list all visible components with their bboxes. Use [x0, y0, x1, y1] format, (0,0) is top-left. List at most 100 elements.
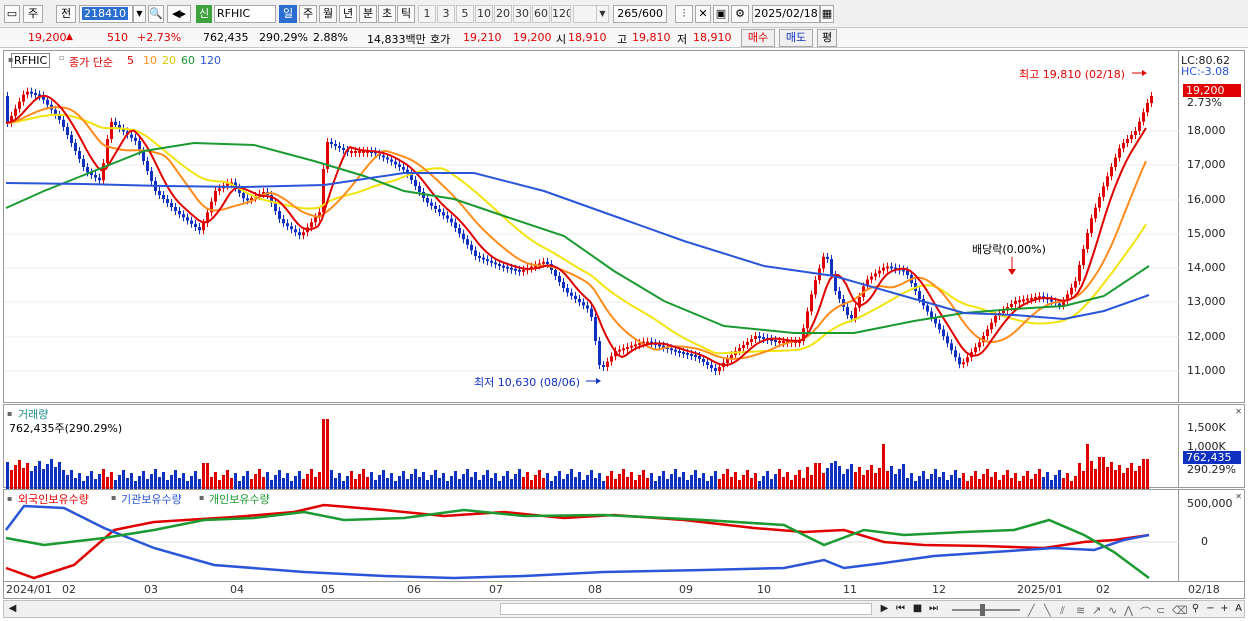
- volume-bar: [666, 479, 669, 489]
- zoom-out-icon[interactable]: −: [1203, 602, 1218, 617]
- volume-bar: [770, 479, 773, 489]
- candle-body: [1110, 167, 1113, 177]
- volume-bar: [822, 473, 825, 489]
- search-icon[interactable]: 🔍: [148, 5, 164, 23]
- candle-body: [134, 137, 137, 141]
- interval-20[interactable]: 20: [494, 5, 512, 23]
- interval-3[interactable]: 3: [437, 5, 455, 23]
- window-menu-icon[interactable]: ▭: [4, 5, 20, 23]
- chart-type-icon[interactable]: ⫶: [675, 5, 693, 23]
- draw-zigzag-icon[interactable]: ⋀: [1124, 604, 1133, 617]
- sell-button[interactable]: 매도: [779, 29, 813, 47]
- draw-fib-icon[interactable]: ≋: [1076, 604, 1085, 617]
- magnet-icon[interactable]: ⊂: [1156, 604, 1165, 617]
- candle-body: [190, 220, 193, 224]
- volume-bar: [970, 476, 973, 489]
- ma5-label: 5: [127, 54, 134, 67]
- period-day[interactable]: 일: [279, 5, 297, 23]
- volume-bar: [986, 469, 989, 489]
- candle-body: [386, 157, 389, 160]
- panel-close-icon[interactable]: ✕: [1235, 407, 1242, 416]
- volume-bar: [454, 471, 457, 489]
- xlabel-2024-01: 2024/01: [6, 583, 52, 596]
- volume-panel[interactable]: ▪ 거래량 762,435주(290.29%): [3, 404, 1179, 489]
- period-month[interactable]: 월: [319, 5, 337, 23]
- calendar-icon[interactable]: ▦: [820, 5, 834, 23]
- draw-shape-icon[interactable]: ⌒: [1140, 604, 1151, 620]
- draw-line-icon[interactable]: ╱: [1028, 604, 1035, 617]
- bar-count-field[interactable]: 265/600: [613, 5, 667, 23]
- volume-bar: [878, 468, 881, 489]
- holding-panel[interactable]: ▪ 외국인보유수량 ▪ 기관보유수량 ▪ 개인보유수량: [3, 489, 1180, 582]
- text-size-icon[interactable]: A: [1231, 602, 1246, 617]
- xlabel-09: 09: [679, 583, 693, 596]
- draw-wave-icon[interactable]: ∿: [1108, 604, 1117, 617]
- scroll-left-icon[interactable]: ◀: [5, 602, 20, 617]
- save-icon[interactable]: ▣: [713, 5, 729, 23]
- candle-body: [130, 134, 133, 138]
- candle-body: [434, 205, 437, 209]
- eval-button[interactable]: 평: [817, 29, 837, 47]
- crosshair-icon[interactable]: ✕: [695, 5, 711, 23]
- interval-dropdown-icon[interactable]: ▼: [596, 5, 609, 23]
- code-dropdown-icon[interactable]: ▼: [133, 5, 146, 23]
- draw-trend-icon[interactable]: ╲: [1044, 604, 1051, 617]
- volume-bar: [46, 464, 49, 489]
- period-year[interactable]: 년: [339, 5, 357, 23]
- volume-bar: [638, 475, 641, 489]
- volume-bar: [802, 478, 805, 489]
- volume-bar: [954, 470, 957, 489]
- mode-select[interactable]: 주: [23, 5, 43, 23]
- stock-name-field[interactable]: RFHIC: [214, 5, 276, 23]
- candle-body: [478, 256, 481, 258]
- period-tick[interactable]: 틱: [397, 5, 415, 23]
- period-minute[interactable]: 분: [359, 5, 377, 23]
- interval-10[interactable]: 10: [475, 5, 493, 23]
- period-second[interactable]: 초: [378, 5, 396, 23]
- candle-body: [878, 270, 881, 274]
- period-week[interactable]: 주: [299, 5, 317, 23]
- volume-bar: [138, 476, 141, 489]
- interval-120[interactable]: 120: [551, 5, 571, 23]
- scroll-right-icon[interactable]: ▶: [877, 602, 892, 617]
- volume-bar: [302, 479, 305, 489]
- forward-icon[interactable]: ⏭: [926, 602, 941, 617]
- buy-button[interactable]: 매수: [741, 29, 775, 47]
- stock-code-input[interactable]: 218410: [79, 5, 133, 23]
- price-panel[interactable]: RFHIC ▪ ▫ 종가 단순 5 10 20 60 120 최고 19,810…: [3, 50, 1180, 403]
- zoom-in-icon[interactable]: +: [1217, 602, 1232, 617]
- panel-close-icon[interactable]: ✕: [1235, 492, 1242, 501]
- candle-body: [350, 151, 353, 153]
- date-field[interactable]: 2025/02/18: [752, 5, 820, 23]
- draw-arrow-icon[interactable]: ↗: [1092, 604, 1101, 617]
- volume-bar: [370, 472, 373, 489]
- candle-body: [514, 268, 517, 271]
- volume-bar: [826, 468, 829, 489]
- rewind-icon[interactable]: ⏮: [893, 602, 908, 617]
- volume-bar: [90, 471, 93, 489]
- search-icon[interactable]: ⚲: [1188, 602, 1203, 617]
- volume-value: 762,435: [203, 31, 249, 44]
- stop-icon[interactable]: ■: [910, 602, 925, 617]
- speaker-icon[interactable]: ◀▸: [167, 5, 191, 23]
- draw-channel-icon[interactable]: ⫽: [1060, 604, 1065, 618]
- prev-button[interactable]: 전: [56, 5, 76, 23]
- chart-scrollbar[interactable]: ◀ ▶ ⏮ ■ ⏭ ╱ ╲ ⫽ ≋ ↗ ∿ ⋀ ⌒ ⊂ ⌫ ⚲ − + A: [3, 600, 1246, 620]
- volume-bar: [158, 477, 161, 489]
- scroll-thumb[interactable]: [500, 603, 872, 615]
- eraser-icon[interactable]: ⌫: [1172, 604, 1188, 617]
- panel-options-icon[interactable]: ▫: [59, 53, 64, 62]
- candle-body: [290, 226, 293, 230]
- interval-30[interactable]: 30: [513, 5, 531, 23]
- volume-bar: [426, 480, 429, 489]
- interval-5[interactable]: 5: [456, 5, 474, 23]
- gear-icon[interactable]: ⚙: [731, 5, 749, 23]
- volume-bar: [742, 475, 745, 489]
- candle-body: [606, 361, 609, 367]
- candle-body: [414, 180, 417, 186]
- interval-1[interactable]: 1: [418, 5, 436, 23]
- zoom-slider-handle[interactable]: [980, 604, 985, 616]
- interval-60[interactable]: 60: [532, 5, 550, 23]
- candle-body: [826, 256, 829, 259]
- zoom-slider-track[interactable]: [952, 609, 1020, 611]
